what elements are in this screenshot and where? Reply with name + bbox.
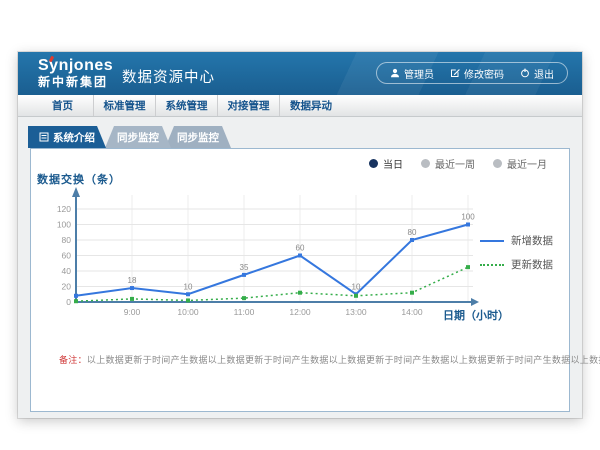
svg-text:13:00: 13:00 — [345, 307, 367, 317]
main-nav: 首页 标准管理 系统管理 对接管理 数据异动 — [18, 95, 582, 117]
legend-item-updated-data[interactable]: 更新数据 — [480, 257, 553, 272]
nav-item-standard-mgmt[interactable]: 标准管理 — [94, 95, 156, 116]
legend-label: 新增数据 — [511, 233, 553, 248]
nav-item-home[interactable]: 首页 — [32, 95, 94, 116]
legend-label: 更新数据 — [511, 257, 553, 272]
user-menu-label: 退出 — [534, 66, 554, 81]
tab-label: 系统介绍 — [53, 130, 95, 145]
site-title: 数据资源中心 — [122, 66, 215, 87]
svg-text:10: 10 — [184, 282, 193, 291]
svg-text:60: 60 — [62, 251, 72, 261]
svg-text:60: 60 — [296, 244, 305, 253]
svg-text:18: 18 — [128, 276, 137, 285]
tab-label: 同步监控 — [177, 130, 219, 145]
tab-sync-monitor-2[interactable]: 同步监控 — [165, 126, 231, 148]
footnote: 备注：以上数据更新于时间产生数据以上数据更新于时间产生数据以上数据更新于时间产生… — [59, 353, 600, 366]
chart-panel: 当日 最近一周 最近一月 数据交换（条） 0204060801001209:00… — [30, 148, 570, 412]
svg-text:80: 80 — [62, 235, 72, 245]
svg-text:11:00: 11:00 — [234, 307, 255, 317]
x-axis-title: 日期（小时） — [443, 307, 509, 323]
user-menu-logout[interactable]: 退出 — [520, 66, 554, 81]
svg-text:100: 100 — [57, 220, 71, 230]
svg-text:12:00: 12:00 — [289, 307, 311, 317]
svg-text:35: 35 — [240, 263, 249, 272]
user-menu: 管理员 修改密码 退出 — [376, 62, 568, 84]
app-window: Synjones 新中新集团 数据资源中心 管理员 修改密码 — [18, 52, 582, 418]
svg-text:10:00: 10:00 — [177, 307, 199, 317]
user-menu-change-password[interactable]: 修改密码 — [450, 66, 504, 81]
page: { "header": { "logo_primary": "Synjones"… — [0, 0, 600, 450]
user-icon — [390, 68, 400, 78]
svg-text:100: 100 — [461, 213, 475, 222]
legend-item-new-data[interactable]: 新增数据 — [480, 233, 553, 248]
nav-item-data-change[interactable]: 数据异动 — [280, 95, 342, 116]
solid-line-icon — [480, 240, 504, 242]
nav-item-connect-mgmt[interactable]: 对接管理 — [218, 95, 280, 116]
edit-icon — [450, 68, 460, 78]
app-header: Synjones 新中新集团 数据资源中心 管理员 修改密码 — [18, 52, 582, 95]
svg-text:14:00: 14:00 — [401, 307, 423, 317]
footnote-prefix: 备注： — [59, 355, 87, 365]
tab-system-intro[interactable]: 系统介绍 — [28, 126, 106, 148]
dotted-line-icon — [480, 264, 504, 266]
user-menu-admin[interactable]: 管理员 — [390, 66, 434, 81]
logo-subtext: 新中新集团 — [38, 76, 113, 89]
logo-wordmark: Synjones — [38, 57, 113, 75]
svg-text:80: 80 — [408, 228, 417, 237]
svg-text:10: 10 — [352, 282, 361, 291]
company-logo: Synjones 新中新集团 — [38, 57, 113, 89]
svg-text:9:00: 9:00 — [124, 307, 141, 317]
tab-sync-monitor-1[interactable]: 同步监控 — [105, 126, 171, 148]
user-menu-label: 修改密码 — [464, 66, 504, 81]
svg-text:120: 120 — [57, 204, 71, 214]
document-icon — [39, 132, 49, 142]
footnote-text: 以上数据更新于时间产生数据以上数据更新于时间产生数据以上数据更新于时间产生数据以… — [87, 355, 600, 365]
svg-text:0: 0 — [66, 297, 71, 307]
user-menu-label: 管理员 — [404, 66, 434, 81]
svg-text:20: 20 — [62, 282, 72, 292]
power-icon — [520, 68, 530, 78]
nav-item-system-mgmt[interactable]: 系统管理 — [156, 95, 218, 116]
chart-legend: 新增数据 更新数据 — [480, 233, 553, 272]
tab-label: 同步监控 — [117, 130, 159, 145]
svg-text:40: 40 — [62, 266, 72, 276]
